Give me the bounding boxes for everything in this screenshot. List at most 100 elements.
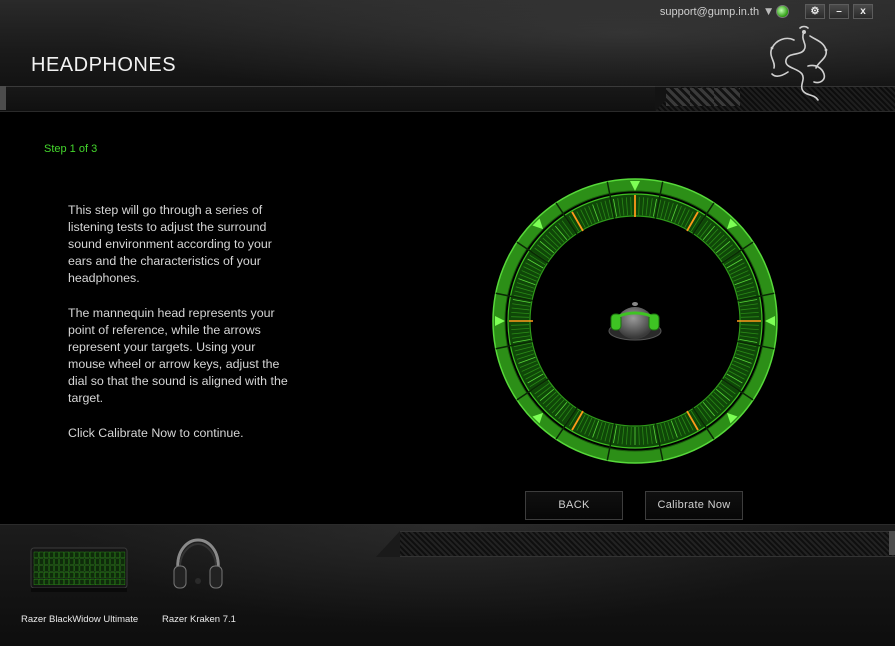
keyboard-key bbox=[59, 579, 64, 586]
keyboard-key bbox=[69, 558, 75, 565]
keyboard-key bbox=[110, 572, 115, 579]
keyboard-key bbox=[74, 558, 80, 565]
keyboard-key bbox=[38, 558, 44, 565]
keyboard-key bbox=[89, 551, 95, 558]
footer-stripe bbox=[376, 531, 895, 557]
keyboard-key bbox=[79, 565, 85, 572]
keyboard-key bbox=[49, 579, 54, 586]
keyboard-key bbox=[100, 558, 105, 565]
hatch-decoration bbox=[714, 88, 740, 106]
keyboard-key bbox=[79, 558, 85, 565]
online-status-icon bbox=[776, 5, 789, 18]
keyboard-key bbox=[105, 579, 110, 586]
instruction-paragraph: This step will go through a series of li… bbox=[68, 203, 272, 285]
keyboard-key bbox=[49, 551, 54, 558]
keyboard-key bbox=[120, 558, 126, 565]
keyboard-key bbox=[54, 551, 59, 558]
keyboard-key bbox=[89, 572, 95, 579]
keyboard-key bbox=[49, 558, 54, 565]
keyboard-key bbox=[84, 579, 90, 586]
step-indicator: Step 1 of 3 bbox=[44, 143, 98, 155]
instructions-text: This step will go through a series of li… bbox=[68, 202, 288, 460]
keyboard-key bbox=[38, 572, 44, 579]
keyboard-key bbox=[115, 579, 120, 586]
keyboard-icon[interactable] bbox=[30, 544, 128, 596]
keyboard-key bbox=[38, 579, 44, 586]
keyboard-key bbox=[94, 572, 100, 579]
keyboard-key bbox=[59, 572, 64, 579]
keyboard-key bbox=[54, 558, 59, 565]
keyboard-key bbox=[84, 558, 90, 565]
mannequin-head-icon bbox=[608, 302, 662, 341]
minimize-button[interactable]: – bbox=[829, 4, 849, 19]
keyboard-key bbox=[120, 572, 126, 579]
window-topbar: support@gump.in.th ▼ ⚙ – x bbox=[660, 4, 873, 19]
keyboard-key bbox=[79, 572, 85, 579]
keyboard-key bbox=[100, 572, 105, 579]
keyboard-key bbox=[69, 579, 75, 586]
keyboard-key bbox=[69, 572, 75, 579]
calibration-dial[interactable] bbox=[489, 176, 781, 466]
keyboard-key bbox=[49, 565, 54, 572]
keyboard-key bbox=[64, 565, 69, 572]
account-email[interactable]: support@gump.in.th bbox=[660, 6, 759, 18]
keyboard-key bbox=[43, 565, 49, 572]
left-edge-notch bbox=[0, 86, 6, 110]
chevron-down-icon[interactable]: ▼ bbox=[765, 7, 772, 17]
keyboard-key bbox=[59, 565, 64, 572]
keyboard-key bbox=[43, 579, 49, 586]
right-edge-notch bbox=[889, 531, 895, 555]
keyboard-key bbox=[74, 579, 80, 586]
keyboard-key bbox=[43, 572, 49, 579]
keyboard-key bbox=[94, 565, 100, 572]
back-button[interactable]: BACK bbox=[525, 491, 623, 520]
calibrate-now-button[interactable]: Calibrate Now bbox=[645, 491, 743, 520]
keyboard-key bbox=[33, 565, 39, 572]
keyboard-key bbox=[33, 579, 39, 586]
keyboard-key bbox=[59, 558, 64, 565]
keyboard-key bbox=[33, 551, 39, 558]
keyboard-key bbox=[94, 558, 100, 565]
razer-snake-logo-icon bbox=[770, 25, 828, 101]
keyboard-key bbox=[105, 551, 110, 558]
headset-icon[interactable] bbox=[170, 536, 226, 594]
keyboard-key bbox=[33, 572, 39, 579]
keyboard-key bbox=[110, 551, 115, 558]
settings-button[interactable]: ⚙ bbox=[805, 4, 825, 19]
keyboard-key bbox=[89, 579, 95, 586]
keyboard-key bbox=[105, 558, 110, 565]
keyboard-key bbox=[115, 572, 120, 579]
keyboard-key bbox=[84, 572, 90, 579]
keyboard-key bbox=[64, 579, 69, 586]
device-name[interactable]: Razer Kraken 7.1 bbox=[162, 614, 236, 625]
keyboard-key bbox=[54, 572, 59, 579]
device-name[interactable]: Razer BlackWidow Ultimate bbox=[21, 614, 138, 625]
keyboard-key bbox=[54, 565, 59, 572]
keyboard-key bbox=[89, 558, 95, 565]
keyboard-key bbox=[120, 579, 126, 586]
keyboard-key bbox=[74, 572, 80, 579]
keyboard-key bbox=[64, 558, 69, 565]
keyboard-key bbox=[110, 558, 115, 565]
keyboard-key bbox=[33, 558, 39, 565]
keyboard-key bbox=[43, 551, 49, 558]
keyboard-key bbox=[100, 565, 105, 572]
header-stripe-solid bbox=[0, 86, 679, 111]
hatch-decoration bbox=[666, 88, 692, 106]
keyboard-key bbox=[69, 565, 75, 572]
keyboard-key bbox=[79, 551, 85, 558]
keyboard-key bbox=[110, 565, 115, 572]
keyboard-key bbox=[115, 551, 120, 558]
keyboard-key bbox=[74, 565, 80, 572]
keyboard-key bbox=[74, 551, 80, 558]
keyboard-key bbox=[38, 551, 44, 558]
keyboard-key bbox=[43, 558, 49, 565]
keyboard-key bbox=[38, 565, 44, 572]
keyboard-key bbox=[84, 551, 90, 558]
instruction-paragraph: Click Calibrate Now to continue. bbox=[68, 426, 244, 440]
close-button[interactable]: x bbox=[853, 4, 873, 19]
keyboard-key bbox=[105, 572, 110, 579]
keyboard-key bbox=[69, 551, 75, 558]
keyboard-key bbox=[115, 558, 120, 565]
keyboard-key bbox=[79, 579, 85, 586]
